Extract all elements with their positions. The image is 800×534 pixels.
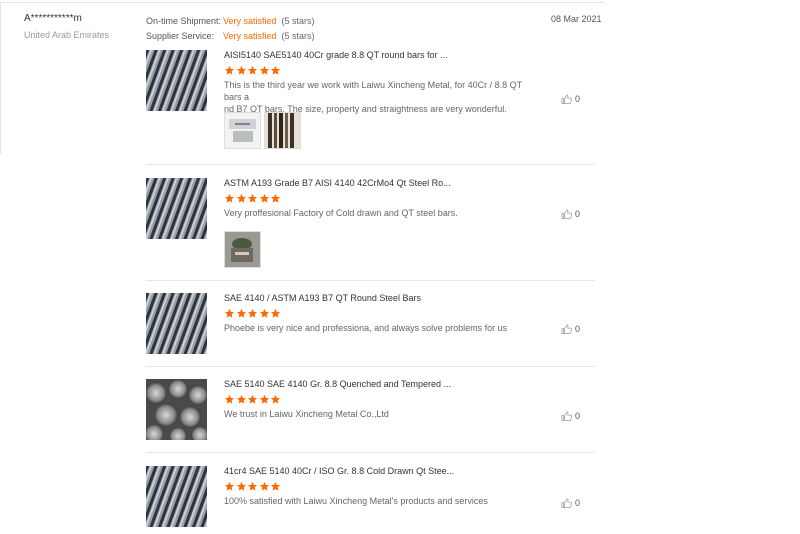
product-thumbnail[interactable] <box>146 178 207 239</box>
item-divider <box>146 280 595 281</box>
item-divider <box>146 164 595 165</box>
review-comment: This is the third year we work with Laiw… <box>224 79 524 115</box>
item-divider <box>146 452 595 453</box>
review-item: SAE 5140 SAE 4140 Gr. 8.8 Quenched and T… <box>146 379 595 444</box>
star-icon <box>236 481 247 492</box>
rating-label: Supplier Service: <box>146 31 215 41</box>
star-icon <box>236 65 247 76</box>
rating-count: (5 stars) <box>281 31 315 41</box>
star-icon <box>259 394 270 405</box>
like-count: 0 <box>575 498 581 508</box>
reviewer-country: United Arab Emirates <box>24 30 110 40</box>
product-thumbnail[interactable] <box>146 379 207 440</box>
like-button[interactable]: 0 <box>561 324 580 335</box>
product-title[interactable]: SAE 5140 SAE 4140 Gr. 8.8 Quenched and T… <box>224 379 451 389</box>
star-icon <box>270 193 281 204</box>
star-icon <box>270 394 281 405</box>
star-icon <box>236 308 247 319</box>
star-icon <box>224 481 235 492</box>
star-icon <box>224 394 235 405</box>
review-comment: 100% satisfied with Laiwu Xincheng Metal… <box>224 495 524 507</box>
product-title[interactable]: 41cr4 SAE 5140 40Cr / ISO Gr. 8.8 Cold D… <box>224 466 454 476</box>
review-item: 41cr4 SAE 5140 40Cr / ISO Gr. 8.8 Cold D… <box>146 466 595 531</box>
review-photos <box>224 112 304 149</box>
like-count: 0 <box>575 324 581 334</box>
star-icon <box>247 481 258 492</box>
product-thumbnail[interactable] <box>146 466 207 527</box>
star-icon <box>247 193 258 204</box>
product-thumbnail[interactable] <box>146 50 207 111</box>
comment-line: Phoebe is very nice and professiona, and… <box>224 323 508 333</box>
product-title[interactable]: ASTM A193 Grade B7 AISI 4140 42CrMo4 Qt … <box>224 178 451 188</box>
rating-count: (5 stars) <box>281 16 315 26</box>
review-photo[interactable] <box>224 112 261 149</box>
product-title[interactable]: SAE 4140 / ASTM A193 B7 QT Round Steel B… <box>224 293 421 303</box>
star-icon <box>247 308 258 319</box>
rating-on-time-shipment: On-time Shipment: Very satisfied (5 stars) <box>146 14 315 29</box>
comment-line: This is the third year we work with Laiw… <box>224 80 522 102</box>
comment-line: 100% satisfied with Laiwu Xincheng Metal… <box>224 496 488 506</box>
item-divider <box>146 366 595 367</box>
like-button[interactable]: 0 <box>561 498 580 509</box>
review-comment: We trust in Laiwu Xincheng Metal Co.,Ltd <box>224 408 524 420</box>
like-button[interactable]: 0 <box>561 411 580 422</box>
star-icon <box>259 308 270 319</box>
product-title[interactable]: AISI5140 SAE5140 40Cr grade 8.8 QT round… <box>224 50 447 60</box>
like-count: 0 <box>575 94 581 104</box>
like-button[interactable]: 0 <box>561 94 580 105</box>
left-border <box>0 2 1 154</box>
reviewer-info: A***********m United Arab Emirates <box>24 13 144 40</box>
thumbs-up-icon <box>561 498 572 509</box>
star-icon <box>270 308 281 319</box>
thumbs-up-icon <box>561 411 572 422</box>
review-item: SAE 4140 / ASTM A193 B7 QT Round Steel B… <box>146 293 595 358</box>
review-photo[interactable] <box>264 112 301 149</box>
reviewer-name: A***********m <box>24 13 82 24</box>
star-icon <box>259 193 270 204</box>
top-divider <box>0 2 604 3</box>
like-count: 0 <box>575 209 581 219</box>
star-icon <box>224 65 235 76</box>
star-icon <box>247 394 258 405</box>
review-item: AISI5140 SAE5140 40Cr grade 8.8 QT round… <box>146 50 595 160</box>
star-icon <box>236 193 247 204</box>
star-icon <box>247 65 258 76</box>
star-icon <box>236 394 247 405</box>
star-icon <box>259 65 270 76</box>
comment-line: Very proffesional Factory of Cold drawn … <box>224 208 458 218</box>
rating-value: Very satisfied <box>223 31 277 41</box>
star-icon <box>224 193 235 204</box>
review-item: ASTM A193 Grade B7 AISI 4140 42CrMo4 Qt … <box>146 178 595 273</box>
like-button[interactable]: 0 <box>561 209 580 220</box>
review-photos <box>224 231 264 268</box>
star-icon <box>224 308 235 319</box>
like-count: 0 <box>575 411 581 421</box>
thumbs-up-icon <box>561 94 572 105</box>
review-photo[interactable] <box>224 231 261 268</box>
review-comment: Very proffesional Factory of Cold drawn … <box>224 207 524 219</box>
rating-value: Very satisfied <box>223 16 277 26</box>
star-icon <box>259 481 270 492</box>
thumbs-up-icon <box>561 209 572 220</box>
rating-label: On-time Shipment: <box>146 16 222 26</box>
star-icon <box>270 481 281 492</box>
product-thumbnail[interactable] <box>146 293 207 354</box>
thumbs-up-icon <box>561 324 572 335</box>
review-date: 08 Mar 2021 <box>551 14 602 24</box>
review-comment: Phoebe is very nice and professiona, and… <box>224 322 524 334</box>
comment-line: We trust in Laiwu Xincheng Metal Co.,Ltd <box>224 409 389 419</box>
supplier-ratings: On-time Shipment: Very satisfied (5 stars)… <box>146 14 315 44</box>
rating-supplier-service: Supplier Service: Very satisfied (5 stars) <box>146 29 315 44</box>
star-icon <box>270 65 281 76</box>
